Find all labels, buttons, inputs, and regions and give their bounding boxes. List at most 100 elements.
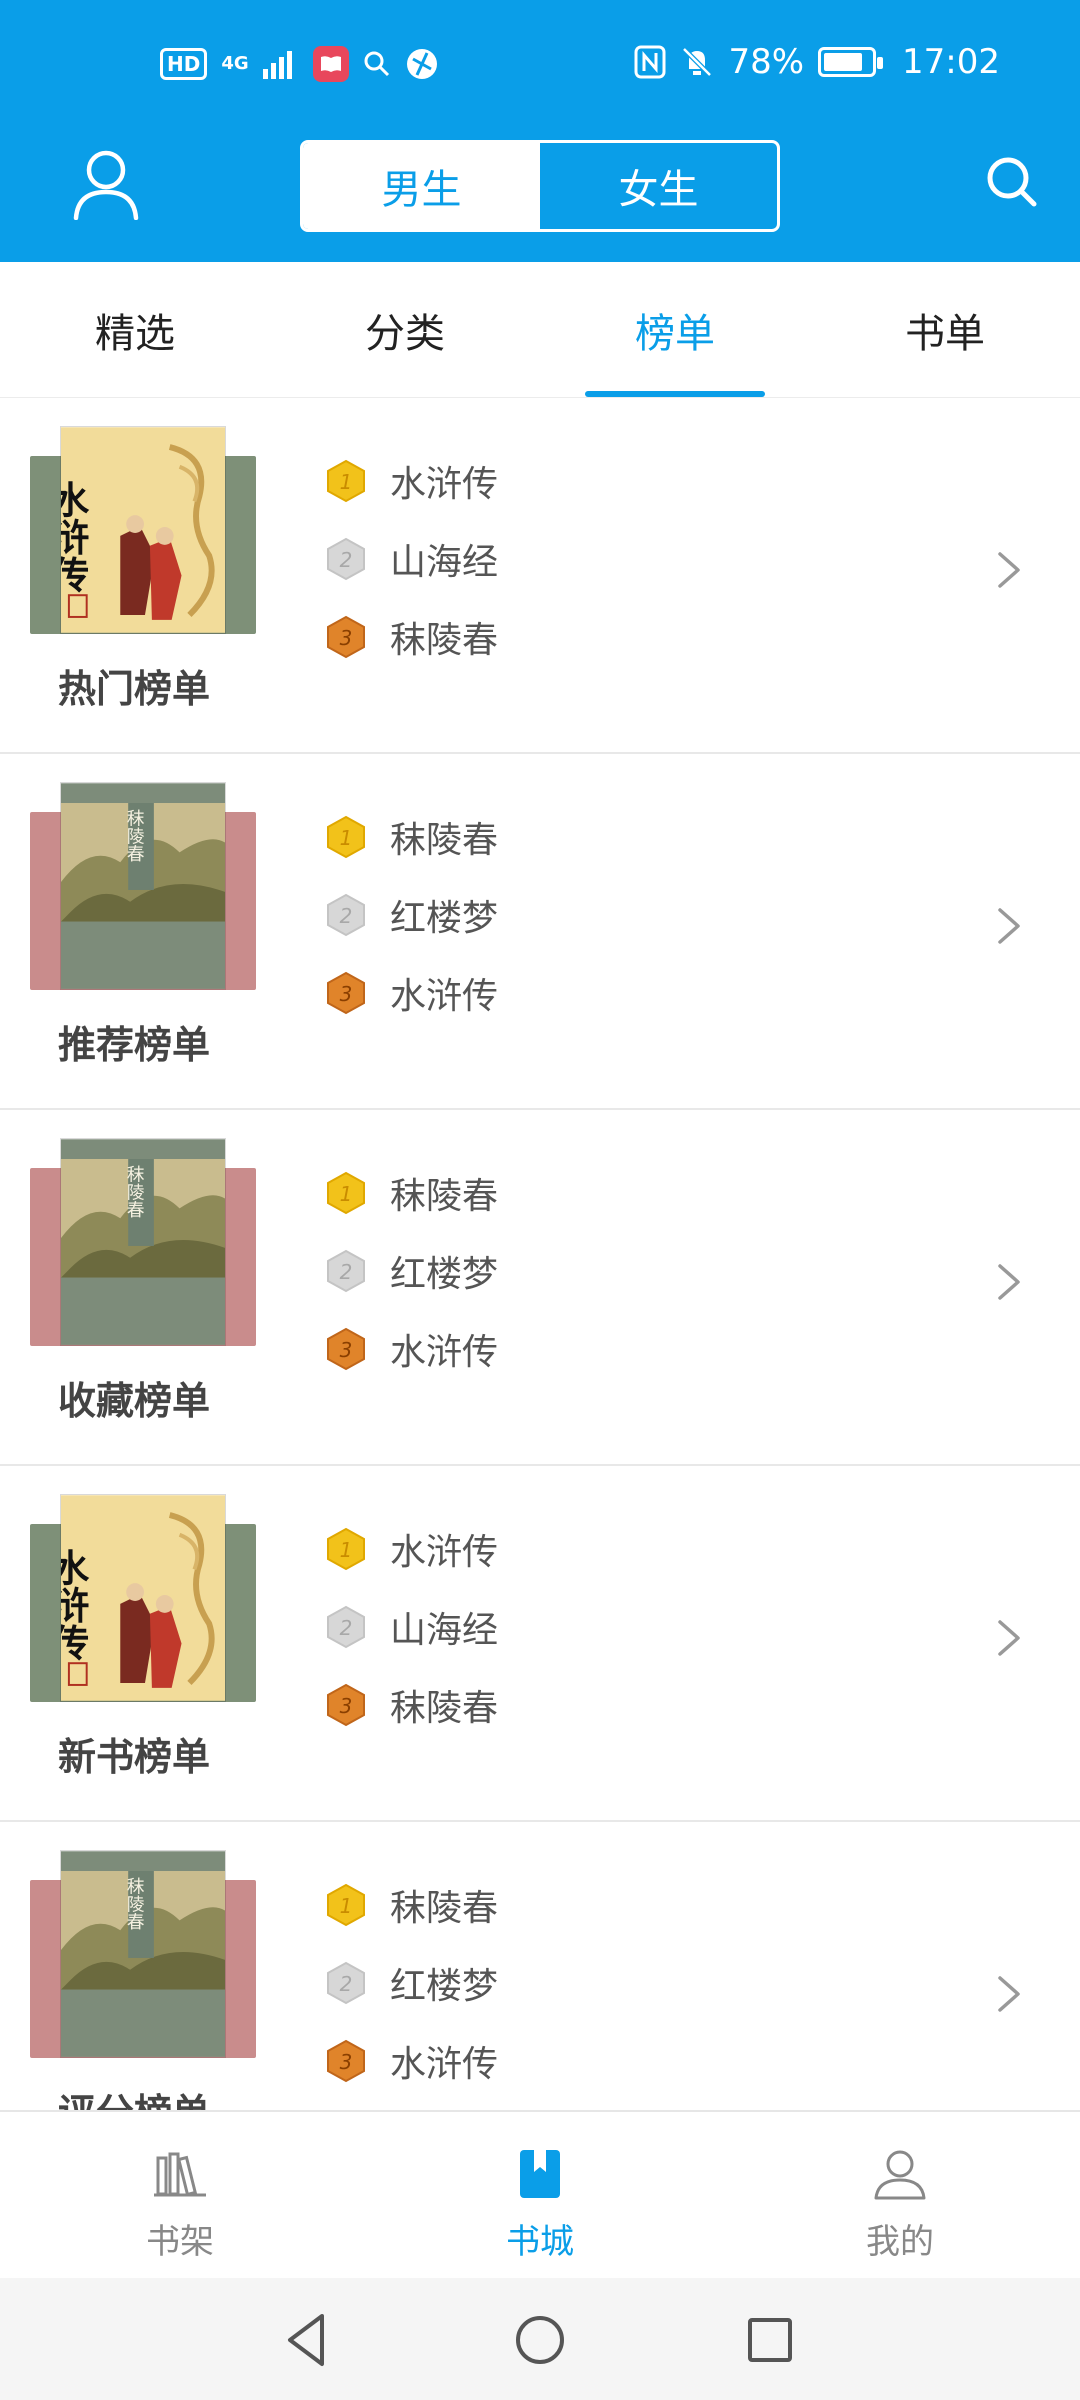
cover-title-text: 水浒传 [61, 481, 90, 594]
chevron-right-icon[interactable] [994, 548, 1024, 592]
rank-medal-icon: 3 [327, 615, 365, 659]
nav-profile[interactable]: 我的 [720, 2112, 1080, 2278]
ranking-book-item[interactable]: 2 红楼梦 [326, 1232, 498, 1310]
ranking-card[interactable]: 水浒传新书榜单 1 水浒传 2 山海经 3 秣陵春 [0, 1466, 1080, 1822]
ranking-book-item[interactable]: 1 水浒传 [326, 442, 498, 520]
book-title: 水浒传 [390, 976, 499, 1017]
back-icon[interactable] [276, 2308, 340, 2372]
search-icon[interactable] [984, 154, 1040, 210]
ranking-top-books: 1 秣陵春 2 红楼梦 3 水浒传 [326, 1154, 498, 1388]
ranking-list: 水浒传 热门榜单 1 水浒传 2 山海经 3 秣陵春 秣陵春 推荐榜单 1 秣陵春 2 红楼梦 3 水浒传 秣陵… [0, 398, 1080, 2110]
book-title: 山海经 [390, 542, 499, 583]
chevron-right-icon[interactable] [994, 1972, 1024, 2016]
cover-stack: 水浒传 [30, 1494, 256, 1702]
ranking-book-item[interactable]: 2 红楼梦 [326, 1944, 498, 2022]
cover-stack: 秣陵春 [30, 1850, 256, 2058]
ranking-title: 评分榜单 [58, 2082, 210, 2110]
rank-medal-icon: 1 [327, 815, 365, 859]
nav-bookshelf-label: 书架 [146, 2222, 214, 2262]
signal-icon [262, 51, 292, 79]
book-title: 红楼梦 [390, 898, 499, 939]
ranking-book-item[interactable]: 2 山海经 [326, 1588, 498, 1666]
gender-toggle: 男生 女生 [300, 140, 780, 232]
book-title: 山海经 [390, 1610, 499, 1651]
medal-number: 3 [340, 1694, 353, 1718]
chevron-right-icon[interactable] [994, 904, 1024, 948]
ranking-book-item[interactable]: 3 秣陵春 [326, 598, 498, 676]
chevron-right-icon[interactable] [994, 1260, 1024, 1304]
book-title: 秣陵春 [390, 820, 499, 861]
mute-bell-icon [682, 47, 713, 77]
rank-medal-icon: 2 [327, 893, 365, 937]
medal-number: 1 [340, 1894, 353, 1918]
tab-rankings[interactable]: 榜单 [540, 262, 810, 397]
status-right: 78% 17:02 [634, 42, 1000, 82]
gender-male-option[interactable]: 男生 [303, 143, 540, 229]
recents-icon[interactable] [738, 2308, 802, 2372]
ranking-book-item[interactable]: 3 水浒传 [326, 954, 498, 1032]
medal-number: 1 [340, 1182, 353, 1206]
book-cover-image: 秣陵春 [61, 783, 225, 989]
rank-medal-icon: 1 [327, 459, 365, 503]
book-app-icon [312, 46, 349, 82]
book-cover-image: 水浒传 [61, 427, 225, 633]
book-title: 红楼梦 [390, 1966, 499, 2007]
cover-stack: 秣陵春 [30, 1138, 256, 1346]
ranking-book-item[interactable]: 3 秣陵春 [326, 1666, 498, 1744]
rank-medal-icon: 2 [327, 537, 365, 581]
app-header: HD 4G 78% 17:02 男生 女生 [0, 0, 1080, 262]
user-icon[interactable] [72, 148, 140, 220]
ranking-title: 新书榜单 [58, 1735, 211, 1779]
ranking-card[interactable]: 秣陵春评分榜单 1 秣陵春 2 红楼梦 3 水浒传 [0, 1822, 1080, 2110]
book-cover-image: 秣陵春 [61, 1139, 225, 1345]
chevron-right-icon[interactable] [994, 1616, 1024, 1660]
nav-bookshelf[interactable]: 书架 [0, 2112, 360, 2278]
gender-female-option[interactable]: 女生 [540, 143, 777, 229]
browser-icon [406, 49, 437, 79]
cover-title-text: 秣陵春 [124, 1877, 145, 1931]
cover-title-text: 秣陵春 [124, 1165, 145, 1219]
book-title: 秣陵春 [390, 620, 499, 661]
ranking-book-item[interactable]: 3 水浒传 [326, 2022, 498, 2100]
ranking-top-books: 1 水浒传 2 山海经 3 秣陵春 [326, 442, 498, 676]
search-notification-icon [364, 51, 389, 77]
ranking-book-item[interactable]: 3 水浒传 [326, 1310, 498, 1388]
tab-categories[interactable]: 分类 [270, 262, 540, 397]
medal-number: 3 [340, 626, 353, 650]
ranking-book-item[interactable]: 1 秣陵春 [326, 1154, 498, 1232]
book-title: 秣陵春 [390, 1688, 499, 1729]
book-title: 水浒传 [390, 2044, 499, 2085]
medal-number: 2 [340, 904, 353, 928]
rank-medal-icon: 3 [327, 1683, 365, 1727]
tab-booklists[interactable]: 书单 [810, 262, 1080, 397]
book-cover-image: 秣陵春 [61, 1851, 225, 2057]
ranking-book-item[interactable]: 1 秣陵春 [326, 798, 498, 876]
cover-stack: 秣陵春 [30, 782, 256, 990]
medal-number: 3 [340, 2050, 353, 2074]
medal-number: 2 [340, 1972, 353, 1996]
ranking-title: 推荐榜单 [58, 1023, 211, 1067]
nav-profile-label: 我的 [866, 2222, 934, 2262]
nav-bookstore[interactable]: 书城 [360, 2112, 720, 2278]
book-title: 水浒传 [390, 1532, 499, 1573]
home-icon[interactable] [508, 2308, 572, 2372]
medal-number: 3 [340, 1338, 353, 1362]
ranking-book-item[interactable]: 1 秣陵春 [326, 1866, 498, 1944]
bookshelf-icon [154, 2152, 206, 2197]
ranking-book-item[interactable]: 2 红楼梦 [326, 876, 498, 954]
medal-number: 2 [340, 1616, 353, 1640]
status-left: HD 4G [160, 46, 439, 82]
ranking-card[interactable]: 秣陵春推荐榜单 1 秣陵春 2 红楼梦 3 水浒传 [0, 754, 1080, 1110]
rank-medal-icon: 1 [327, 1171, 365, 1215]
tab-featured[interactable]: 精选 [0, 262, 270, 397]
medal-number: 2 [340, 1260, 353, 1284]
ranking-book-item[interactable]: 1 水浒传 [326, 1510, 498, 1588]
active-tab-indicator [585, 391, 765, 397]
rank-medal-icon: 1 [327, 1527, 365, 1571]
ranking-card[interactable]: 水浒传 热门榜单 1 水浒传 2 山海经 3 秣陵春 [0, 398, 1080, 754]
battery-percent: 78% [728, 42, 805, 82]
nfc-icon [634, 45, 666, 79]
ranking-card[interactable]: 秣陵春 收藏榜单 1 秣陵春 2 红楼梦 3 水浒传 [0, 1110, 1080, 1466]
bookstore-icon [520, 2150, 560, 2198]
ranking-book-item[interactable]: 2 山海经 [326, 520, 498, 598]
